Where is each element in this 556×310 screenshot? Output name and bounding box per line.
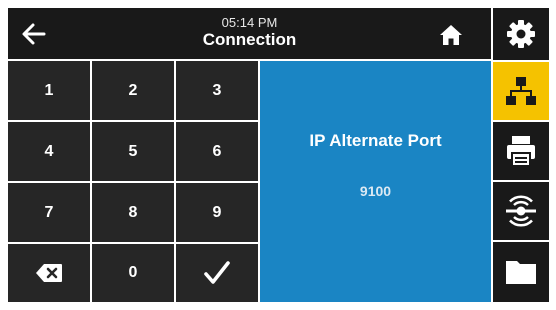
key-8[interactable]: 8 [92, 183, 174, 242]
sidebar [493, 8, 549, 302]
key-label: 0 [128, 264, 138, 281]
value-panel: IP Alternate Port 9100 [260, 61, 491, 302]
confirm-key[interactable] [176, 244, 258, 302]
backspace-key[interactable] [8, 244, 90, 302]
backspace-icon [36, 264, 62, 282]
sidebar-item-storage[interactable] [493, 242, 549, 302]
key-label: 4 [44, 142, 54, 160]
network-icon [506, 77, 536, 105]
key-1[interactable]: 1 [8, 61, 90, 120]
key-3[interactable]: 3 [176, 61, 258, 120]
home-button[interactable] [438, 22, 464, 48]
key-label: 7 [44, 203, 54, 221]
sidebar-item-print[interactable] [493, 122, 549, 180]
page-title: Connection [202, 30, 297, 49]
key-9[interactable]: 9 [176, 183, 258, 242]
sidebar-item-settings[interactable] [493, 8, 549, 60]
key-0[interactable]: 0 [92, 244, 174, 302]
setting-value: 9100 [359, 183, 392, 199]
key-5[interactable]: 5 [92, 122, 174, 181]
numeric-keypad: 1 2 3 4 5 6 7 8 9 0 [8, 61, 258, 302]
printer-icon [507, 136, 535, 167]
key-label: 1 [44, 81, 54, 99]
rfid-antenna-icon [506, 195, 536, 227]
home-icon [440, 25, 462, 45]
key-label: 2 [128, 81, 138, 99]
key-label: 6 [212, 142, 222, 160]
gear-icon [507, 20, 535, 48]
checkmark-icon [204, 261, 230, 284]
sidebar-item-connection[interactable] [493, 62, 549, 120]
folder-icon [506, 261, 536, 284]
key-7[interactable]: 7 [8, 183, 90, 242]
clock-time: 05:14 PM [221, 15, 278, 30]
setting-name: IP Alternate Port [309, 131, 442, 150]
key-6[interactable]: 6 [176, 122, 258, 181]
key-label: 3 [212, 81, 222, 99]
key-label: 9 [212, 203, 222, 221]
key-label: 8 [128, 203, 138, 221]
header-bar: 05:14 PM Connection [8, 8, 491, 59]
screen: 05:14 PM Connection 1 2 3 4 5 6 7 8 9 0 [8, 8, 549, 302]
key-4[interactable]: 4 [8, 122, 90, 181]
sidebar-item-rfid[interactable] [493, 182, 549, 240]
key-2[interactable]: 2 [92, 61, 174, 120]
key-label: 5 [128, 142, 138, 160]
